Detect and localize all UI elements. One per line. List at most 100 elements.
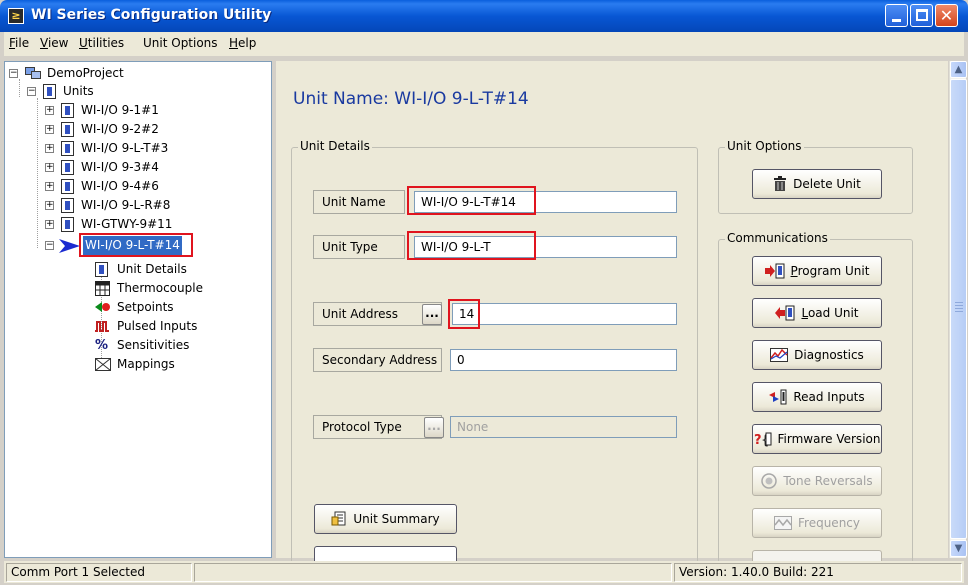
expand-icon[interactable]: + xyxy=(45,163,54,172)
unit-icon xyxy=(61,198,74,213)
protocol-type-field[interactable]: None xyxy=(450,416,677,438)
menu-utilities[interactable]: Utilities xyxy=(79,36,124,50)
unit-address-browse-button[interactable]: ... xyxy=(422,304,442,325)
grip-line xyxy=(955,311,963,312)
minimize-icon xyxy=(892,19,901,22)
tree-unit-label: WI-I/O 9-L-T#14 xyxy=(83,236,182,255)
grip-line xyxy=(955,305,963,306)
tree-child-label: Pulsed Inputs xyxy=(117,319,198,333)
unit-icon xyxy=(61,141,74,156)
project-tree[interactable]: − DemoProject − Units + WI-I/O 9-1#1 + W… xyxy=(4,61,272,558)
communications-legend: Communications xyxy=(725,231,830,245)
sensitivities-icon: % xyxy=(95,338,109,353)
unit-address-label-text: Unit Address xyxy=(322,307,399,321)
tone-reversals-icon xyxy=(761,472,778,489)
diagnostics-icon xyxy=(770,347,789,362)
unit-icon xyxy=(61,103,74,118)
read-inputs-icon xyxy=(769,389,787,404)
firmware-version-icon: ? { xyxy=(754,432,772,447)
maximize-button[interactable] xyxy=(910,4,933,27)
delete-unit-button[interactable]: Delete Unit xyxy=(752,169,882,199)
status-version: Version: 1.40.0 Build: 221 xyxy=(674,563,962,582)
tree-unit-label: WI-I/O 9-1#1 xyxy=(81,103,159,117)
collapse-icon[interactable]: − xyxy=(45,241,54,250)
scroll-down-icon[interactable]: ▼ xyxy=(950,540,967,557)
scroll-up-icon[interactable]: ▲ xyxy=(950,61,967,78)
vertical-scrollbar[interactable]: ▲ ▼ xyxy=(949,61,967,558)
program-unit-button[interactable]: Program Unit xyxy=(752,256,882,286)
menu-help[interactable]: Help xyxy=(229,36,256,50)
frequency-button[interactable]: Frequency xyxy=(752,508,882,538)
expand-icon[interactable]: + xyxy=(45,144,54,153)
scroll-thumb[interactable] xyxy=(950,79,967,539)
status-comm-port: Comm Port 1 Selected xyxy=(6,563,192,582)
unit-details-group: Unit Details Unit Name WI-I/O 9-L-T#14 U… xyxy=(291,139,698,568)
diagnostics-button[interactable]: Diagnostics xyxy=(752,340,882,370)
close-button[interactable]: ✕ xyxy=(935,4,958,27)
setpoints-icon xyxy=(95,302,110,312)
expand-icon[interactable]: + xyxy=(45,106,54,115)
mappings-icon xyxy=(95,358,111,371)
tree-connector xyxy=(19,79,20,97)
tree-unit-label: WI-I/O 9-4#6 xyxy=(81,179,159,193)
page-title: Unit Name: WI-I/O 9-L-T#14 xyxy=(293,89,529,109)
unit-name-field[interactable]: WI-I/O 9-L-T#14 xyxy=(414,191,677,213)
unit-icon xyxy=(61,179,74,194)
project-icon xyxy=(25,67,41,79)
expand-icon[interactable]: + xyxy=(45,182,54,191)
unit-icon xyxy=(61,122,74,137)
current-unit-arrow-icon xyxy=(59,239,80,253)
unit-detail-pane: Unit Name: WI-I/O 9-L-T#14 Unit Details … xyxy=(276,61,948,569)
maximize-icon xyxy=(916,9,928,21)
read-inputs-label: Read Inputs xyxy=(793,390,865,404)
program-unit-icon xyxy=(764,263,785,278)
load-unit-button[interactable]: Load Unit xyxy=(752,298,882,328)
protocol-type-label-text: Protocol Type xyxy=(322,420,402,434)
app-icon[interactable]: ≥ xyxy=(8,8,24,24)
expand-icon[interactable]: + xyxy=(45,125,54,134)
unit-summary-button[interactable]: Unit Summary xyxy=(314,504,457,534)
unit-address-field[interactable]: 14 xyxy=(452,303,677,325)
unit-icon xyxy=(61,160,74,175)
tree-unit-label: WI-I/O 9-2#2 xyxy=(81,122,159,136)
unit-name-label: Unit Name xyxy=(313,190,405,214)
tree-child-label: Mappings xyxy=(117,357,175,371)
unit-type-label: Unit Type xyxy=(313,235,405,259)
secondary-address-label: Secondary Address xyxy=(313,348,442,372)
menu-view[interactable]: View xyxy=(40,36,68,50)
secondary-address-field[interactable]: 0 xyxy=(450,349,677,371)
expand-icon[interactable]: + xyxy=(45,201,54,210)
communications-group: Communications Program Unit Load Unit Di… xyxy=(718,231,913,569)
unit-summary-label: Unit Summary xyxy=(353,512,440,526)
menu-file[interactable]: File xyxy=(9,36,29,50)
grip-line xyxy=(955,302,963,303)
read-inputs-button[interactable]: Read Inputs xyxy=(752,382,882,412)
expand-icon[interactable]: + xyxy=(45,220,54,229)
unit-type-field[interactable]: WI-I/O 9-L-T xyxy=(414,236,677,258)
tree-project-label: DemoProject xyxy=(47,66,124,80)
collapse-icon[interactable]: − xyxy=(9,69,18,78)
status-bar: Comm Port 1 Selected Version: 1.40.0 Bui… xyxy=(4,561,964,583)
tree-child-label: Thermocouple xyxy=(117,281,203,295)
tree-unit-label: WI-GTWY-9#11 xyxy=(81,217,173,231)
unit-details-legend: Unit Details xyxy=(298,139,372,153)
tree-child-label: Sensitivities xyxy=(117,338,190,352)
unit-options-group: Unit Options Delete Unit xyxy=(718,139,913,214)
tone-reversals-button[interactable]: Tone Reversals xyxy=(752,466,882,496)
diagnostics-label: Diagnostics xyxy=(794,348,864,362)
tree-units-label: Units xyxy=(63,84,94,98)
menu-unit-options[interactable]: Unit Options xyxy=(143,36,218,50)
protocol-type-browse-button[interactable]: ... xyxy=(424,417,444,438)
firmware-version-button[interactable]: ? { Firmware Version xyxy=(752,424,882,454)
minimize-button[interactable] xyxy=(885,4,908,27)
load-unit-icon xyxy=(775,305,795,320)
frequency-label: Frequency xyxy=(798,516,860,530)
trash-icon xyxy=(774,175,787,191)
tone-reversals-label: Tone Reversals xyxy=(783,474,873,488)
collapse-icon[interactable]: − xyxy=(27,87,36,96)
protocol-type-label: Protocol Type xyxy=(313,415,442,439)
window-title: WI Series Configuration Utility xyxy=(31,7,272,23)
tree-child-label: Unit Details xyxy=(117,262,187,276)
unit-details-icon xyxy=(95,262,108,277)
grip-line xyxy=(955,308,963,309)
